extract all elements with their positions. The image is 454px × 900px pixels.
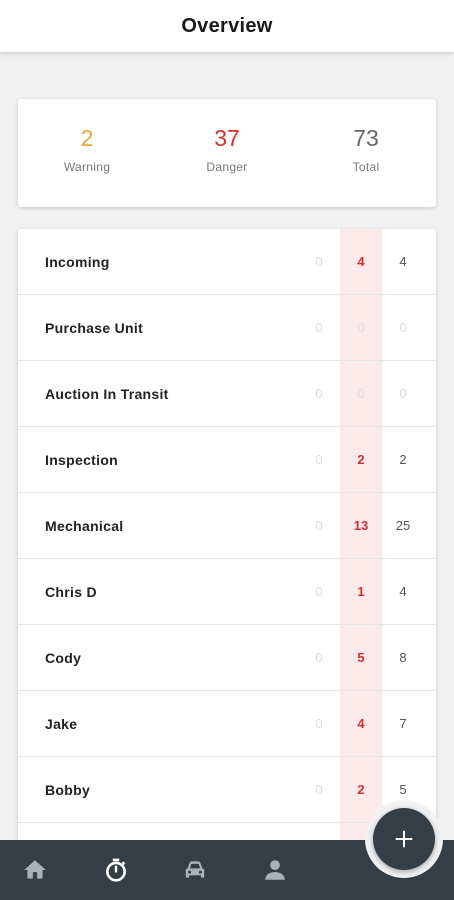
person-icon [265,860,285,880]
list-item[interactable]: Cody 0 5 8 [18,625,436,691]
list-item[interactable]: Jake 0 4 7 [18,691,436,757]
stopwatch-icon [106,858,126,882]
row-total-count: 4 [399,254,407,269]
row-warning-count: 0 [315,584,323,599]
row-name: Auction In Transit [45,386,169,402]
row-name: Mechanical [45,518,124,534]
nav-profile[interactable] [262,857,288,883]
row-warning-count: 0 [315,782,323,797]
row-name: Inspection [45,452,119,468]
row-warning-count: 0 [315,320,323,335]
row-total-count: 8 [399,650,407,665]
add-button[interactable] [373,808,435,870]
row-total-count: 2 [399,452,407,467]
row-danger-count: 2 [357,452,365,467]
row-total-count: 0 [399,386,407,401]
row-warning-count: 0 [315,518,323,533]
summary-card: 2 Warning 37 Danger 73 Total [18,99,436,207]
row-name: Incoming [45,254,110,270]
row-total-count: 4 [399,584,407,599]
list-item[interactable]: Chris D 0 1 4 [18,559,436,625]
row-danger-count: 4 [357,254,365,269]
list-item[interactable]: Purchase Unit 0 0 0 [18,295,436,361]
row-warning-count: 0 [315,254,323,269]
home-icon [24,860,46,879]
danger-label: Danger [206,160,248,174]
row-name: Cody [45,650,82,666]
row-warning-count: 0 [315,386,323,401]
row-danger-count: 4 [357,716,365,731]
stage-list: Incoming 0 4 4 Purchase Unit 0 0 0 Aucti… [18,229,436,849]
row-danger-count: 1 [357,584,365,599]
row-total-count: 25 [395,518,411,533]
row-name: Bobby [45,782,91,798]
plus-icon [395,830,413,848]
row-danger-count: 0 [357,386,365,401]
row-warning-count: 0 [315,452,323,467]
app-header: Overview [0,0,454,52]
car-icon [185,861,205,878]
row-total-count: 0 [399,320,407,335]
row-total-count: 7 [399,716,407,731]
row-warning-count: 0 [315,716,323,731]
nav-vehicles[interactable] [182,857,208,883]
warning-count: 2 [80,125,94,151]
nav-home[interactable] [22,857,48,883]
nav-timer[interactable] [103,857,129,883]
list-item[interactable]: Incoming 0 4 4 [18,229,436,295]
row-name: Purchase Unit [45,320,144,336]
list-item[interactable]: Mechanical 0 13 25 [18,493,436,559]
row-warning-count: 0 [315,650,323,665]
row-danger-count: 5 [357,650,365,665]
total-count: 73 [353,125,379,151]
row-name: Chris D [45,584,97,600]
danger-count: 37 [214,125,240,151]
total-label: Total [352,160,380,174]
row-danger-count: 0 [357,320,365,335]
row-danger-count: 13 [353,518,369,533]
list-item[interactable]: Inspection 0 2 2 [18,427,436,493]
warning-label: Warning [63,160,111,174]
list-item[interactable]: Auction In Transit 0 0 0 [18,361,436,427]
page-title: Overview [181,14,273,37]
row-name: Jake [45,716,78,732]
